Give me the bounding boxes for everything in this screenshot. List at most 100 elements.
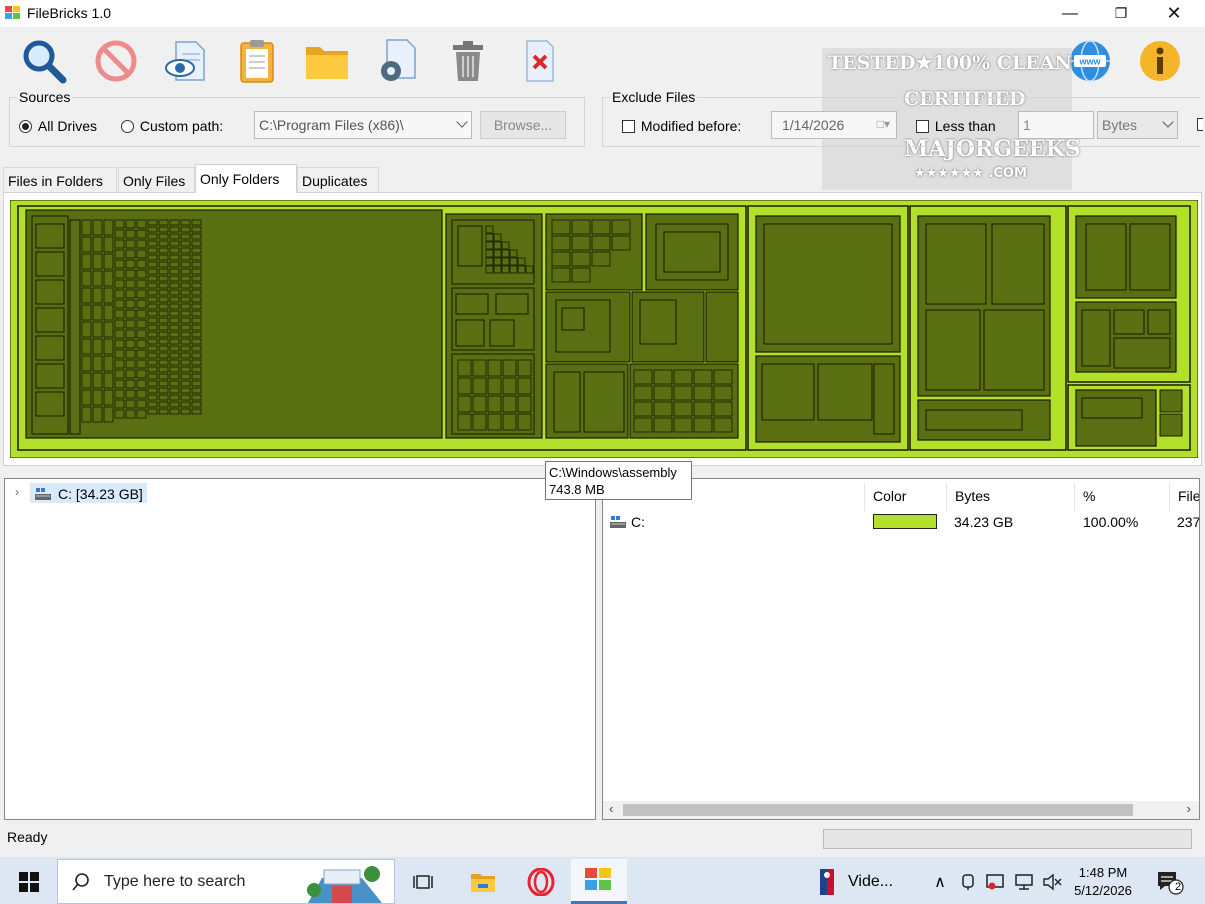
treemap-block[interactable] — [169, 289, 180, 296]
meet-now-button[interactable] — [956, 859, 980, 904]
treemap-block[interactable] — [81, 253, 92, 270]
treemap-block[interactable] — [35, 279, 65, 305]
treemap-block[interactable] — [551, 251, 571, 267]
treemap-block[interactable] — [158, 261, 169, 268]
treemap-block[interactable] — [158, 380, 169, 387]
treemap-block[interactable] — [693, 417, 713, 433]
treemap-block[interactable] — [1113, 309, 1145, 335]
opera-button[interactable] — [518, 859, 564, 904]
treemap-block[interactable] — [169, 275, 180, 282]
treemap-block[interactable] — [673, 417, 693, 433]
treemap-block[interactable] — [493, 233, 502, 242]
treemap-block[interactable] — [35, 391, 65, 417]
treemap-block[interactable] — [169, 359, 180, 366]
treemap-block[interactable] — [180, 394, 191, 401]
treemap-block[interactable] — [191, 359, 202, 366]
treemap-block[interactable] — [487, 413, 502, 431]
treemap-block[interactable] — [92, 219, 103, 236]
tree-root-item[interactable]: C: [34.23 GB] — [30, 483, 147, 503]
treemap-block[interactable] — [158, 310, 169, 317]
minimize-button[interactable]: — — [1047, 0, 1093, 27]
treemap-block[interactable] — [169, 387, 180, 394]
treemap-block[interactable] — [180, 282, 191, 289]
treemap-block[interactable] — [169, 373, 180, 380]
treemap-block[interactable] — [125, 349, 136, 359]
treemap-block[interactable] — [633, 401, 653, 417]
treemap-block[interactable] — [81, 389, 92, 406]
treemap-block[interactable] — [147, 219, 158, 226]
treemap-block[interactable] — [158, 254, 169, 261]
treemap-block[interactable] — [180, 373, 191, 380]
treemap-block[interactable] — [147, 394, 158, 401]
treemap-block[interactable] — [147, 331, 158, 338]
treemap-block[interactable] — [713, 369, 733, 385]
treemap-block[interactable] — [147, 401, 158, 408]
treemap-block[interactable] — [114, 279, 125, 289]
treemap-block[interactable] — [92, 236, 103, 253]
treemap-block[interactable] — [136, 369, 147, 379]
maximize-button[interactable]: ❐ — [1098, 0, 1144, 27]
less-than-checkbox[interactable]: Less than — [916, 117, 996, 134]
treemap-block[interactable] — [633, 417, 653, 433]
treemap-block[interactable] — [191, 247, 202, 254]
treemap-block[interactable] — [472, 359, 487, 377]
size-unit-select[interactable]: Bytes — [1097, 111, 1178, 139]
treemap-block[interactable] — [1081, 397, 1143, 419]
treemap-block[interactable] — [493, 249, 502, 258]
treemap-block[interactable] — [125, 289, 136, 299]
open-folder-button[interactable] — [303, 37, 351, 85]
treemap-block[interactable] — [180, 275, 191, 282]
treemap-block[interactable] — [180, 226, 191, 233]
task-view-button[interactable] — [403, 859, 445, 904]
treemap-block[interactable] — [147, 282, 158, 289]
treemap-block[interactable] — [169, 324, 180, 331]
treemap-block[interactable] — [485, 241, 494, 250]
treemap-block[interactable] — [147, 373, 158, 380]
treemap-block[interactable] — [485, 233, 494, 242]
treemap-block[interactable] — [653, 369, 673, 385]
treemap-block[interactable] — [81, 355, 92, 372]
file-explorer-button[interactable] — [461, 859, 505, 904]
treemap-block[interactable] — [147, 359, 158, 366]
treemap-block[interactable] — [35, 363, 65, 389]
treemap-block[interactable] — [103, 253, 114, 270]
treemap-block[interactable] — [1147, 309, 1171, 335]
less-than-value-input[interactable]: 1 — [1018, 111, 1094, 139]
treemap-block[interactable] — [583, 371, 625, 433]
treemap-block[interactable] — [180, 359, 191, 366]
taskbar-search-box[interactable]: Type here to search — [57, 859, 395, 904]
treemap-block[interactable] — [191, 303, 202, 310]
treemap-block[interactable] — [191, 366, 202, 373]
treemap-block[interactable] — [169, 310, 180, 317]
treemap-block[interactable] — [169, 380, 180, 387]
treemap-block[interactable] — [158, 338, 169, 345]
treemap-block[interactable] — [495, 293, 529, 315]
treemap-block[interactable] — [191, 240, 202, 247]
treemap-block[interactable] — [114, 239, 125, 249]
column-header-color[interactable]: Color — [864, 483, 946, 511]
treemap-block[interactable] — [114, 249, 125, 259]
treemap-block[interactable] — [713, 401, 733, 417]
treemap-block[interactable] — [114, 259, 125, 269]
treemap-block[interactable] — [136, 409, 147, 419]
treemap-block[interactable] — [147, 268, 158, 275]
treemap-block[interactable] — [485, 265, 494, 274]
treemap-block[interactable] — [158, 303, 169, 310]
treemap-block[interactable] — [502, 395, 517, 413]
treemap-block[interactable] — [502, 413, 517, 431]
treemap-block[interactable] — [493, 265, 502, 274]
treemap-block[interactable] — [501, 241, 510, 250]
treemap-block[interactable] — [169, 303, 180, 310]
column-header-files[interactable]: File — [1169, 483, 1199, 511]
treemap-block[interactable] — [517, 265, 526, 274]
treemap-block[interactable] — [705, 291, 739, 363]
treemap-block[interactable] — [158, 366, 169, 373]
treemap-block[interactable] — [136, 309, 147, 319]
treemap-block[interactable] — [169, 366, 180, 373]
treemap-block[interactable] — [158, 387, 169, 394]
treemap-block[interactable] — [114, 339, 125, 349]
treemap-block[interactable] — [180, 331, 191, 338]
treemap-block[interactable] — [158, 275, 169, 282]
treemap-block[interactable] — [653, 417, 673, 433]
treemap-block[interactable] — [103, 236, 114, 253]
